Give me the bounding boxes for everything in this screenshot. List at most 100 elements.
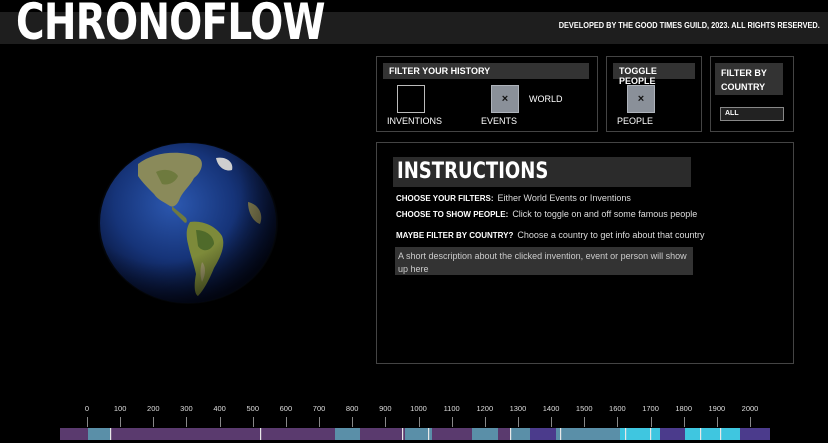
world-label: WORLD xyxy=(529,94,563,104)
timeline-segment[interactable] xyxy=(556,428,580,440)
timeline-tick-label: 500 xyxy=(246,404,260,413)
timeline-segment[interactable] xyxy=(405,428,432,440)
timeline-tick-label: 100 xyxy=(113,404,127,413)
timeline-tick-label: 0 xyxy=(84,404,90,413)
timeline-tick-label: 1000 xyxy=(410,404,427,413)
timeline-tick-mark xyxy=(285,417,287,427)
events-check-mark: × xyxy=(501,93,509,105)
timeline-segment[interactable] xyxy=(660,428,685,440)
timeline-tick-label: 700 xyxy=(312,404,326,413)
instruction-filters: CHOOSE YOUR FILTERS: Either World Events … xyxy=(396,193,631,203)
timeline-segment[interactable] xyxy=(360,428,405,440)
filter-country-header-line2: COUNTRY xyxy=(721,82,766,92)
timeline-tick-mark xyxy=(517,417,519,427)
timeline-marker[interactable] xyxy=(402,428,404,440)
timeline-tick-mark xyxy=(385,417,387,427)
filter-history-panel: FILTER YOUR HISTORY × INVENTIONS × WORLD… xyxy=(376,56,598,132)
instruction-country-text: Choose a country to get info about that … xyxy=(517,230,705,240)
credits-text: DEVELOPED BY THE GOOD TIMES GUILD, 2023.… xyxy=(558,21,820,30)
instruction-people: CHOOSE TO SHOW PEOPLE: Click to toggle on… xyxy=(396,209,697,219)
instructions-title: INSTRUCTIONS xyxy=(393,157,691,187)
timeline-marker[interactable] xyxy=(510,428,512,440)
timeline-tick-label: 300 xyxy=(180,404,193,413)
timeline-marker[interactable] xyxy=(650,428,652,440)
toggle-people-panel: TOGGLE PEOPLE × PEOPLE xyxy=(606,56,702,132)
timeline-segment[interactable] xyxy=(530,428,556,440)
timeline-marker[interactable] xyxy=(560,428,562,440)
people-checkbox[interactable]: × xyxy=(627,85,655,113)
timeline-tick-mark xyxy=(352,417,354,427)
events-checkbox[interactable]: × xyxy=(491,85,519,113)
timeline-bar[interactable] xyxy=(60,428,770,440)
timeline-tick-label: 1200 xyxy=(476,404,494,413)
timeline-tick-label: 600 xyxy=(279,404,293,413)
inventions-checkbox[interactable]: × xyxy=(397,85,425,113)
timeline-tick-mark xyxy=(87,417,88,427)
timeline-tick-label: 1300 xyxy=(509,404,527,413)
app-title: CHRONOFLOW xyxy=(16,0,326,51)
timeline-marker[interactable] xyxy=(700,428,702,440)
globe[interactable] xyxy=(98,142,278,304)
timeline-tick-label: 1600 xyxy=(609,404,626,413)
timeline-tick-mark xyxy=(418,417,420,427)
country-select[interactable]: ALL xyxy=(720,107,784,121)
timeline-tick-mark xyxy=(683,417,685,427)
timeline-tick-mark xyxy=(484,417,486,427)
timeline-marker[interactable] xyxy=(625,428,627,440)
timeline-tick-mark xyxy=(551,417,553,427)
timeline-tick-label: 800 xyxy=(345,404,359,413)
filter-country-header: FILTER BY COUNTRY xyxy=(715,63,783,95)
timeline-tick-label: 1800 xyxy=(675,404,693,413)
timeline-tick-label: 2000 xyxy=(741,404,759,413)
timeline-axis: 0 100 200 300 400 500 600 700 800 900 1000 1100 1200… xyxy=(0,404,828,428)
timeline-segment[interactable] xyxy=(88,428,110,440)
instruction-people-label: CHOOSE TO SHOW PEOPLE: xyxy=(396,210,509,219)
timeline-tick-label: 1100 xyxy=(443,404,460,413)
instructions-panel: INSTRUCTIONS CHOOSE YOUR FILTERS: Either … xyxy=(376,142,794,364)
timeline-tick-mark xyxy=(650,417,652,427)
people-label: PEOPLE xyxy=(617,116,654,126)
instruction-filters-label: CHOOSE YOUR FILTERS: xyxy=(396,194,494,203)
timeline-segment[interactable] xyxy=(472,428,498,440)
timeline-segment[interactable] xyxy=(432,428,472,440)
instruction-country-label: MAYBE FILTER BY COUNTRY? xyxy=(396,231,514,240)
timeline-tick-label: 1400 xyxy=(542,404,560,413)
instructions-title-text: INSTRUCTIONS xyxy=(397,159,549,184)
timeline-tick-mark xyxy=(617,417,619,427)
timeline-marker[interactable] xyxy=(110,428,112,440)
timeline-tick-label: 1900 xyxy=(708,404,726,413)
timeline-segment[interactable] xyxy=(685,428,740,440)
instruction-filters-text: Either World Events or Inventions xyxy=(497,193,631,203)
timeline-tick-label: 900 xyxy=(379,404,392,413)
filter-country-header-line1: FILTER BY xyxy=(721,68,767,78)
timeline-segment[interactable] xyxy=(335,428,360,440)
timeline-tick-mark xyxy=(319,417,321,427)
inventions-label: INVENTIONS xyxy=(387,116,443,126)
description-box: A short description about the clicked in… xyxy=(395,247,693,275)
timeline-tick-mark xyxy=(153,417,155,427)
timeline-segment[interactable] xyxy=(740,428,770,440)
people-check-mark: × xyxy=(637,93,645,105)
globe-icon xyxy=(100,143,276,303)
timeline-marker[interactable] xyxy=(720,428,722,440)
timeline-tick-mark xyxy=(451,417,453,427)
timeline-tick-label: 1700 xyxy=(642,404,659,413)
timeline-tick-mark xyxy=(716,417,718,427)
events-label: EVENTS xyxy=(481,116,518,126)
timeline-segment[interactable] xyxy=(110,428,335,440)
timeline-tick-mark xyxy=(750,417,751,427)
timeline-segment[interactable] xyxy=(60,428,88,440)
timeline-segment[interactable] xyxy=(510,428,530,440)
timeline-segment[interactable] xyxy=(580,428,620,440)
timeline-marker[interactable] xyxy=(428,428,430,440)
timeline-tick-mark xyxy=(252,417,254,427)
instruction-people-text: Click to toggle on and off some famous p… xyxy=(512,209,698,219)
timeline-tick-mark xyxy=(584,417,586,427)
timeline-tick-mark xyxy=(219,417,221,427)
timeline-tick-label: 400 xyxy=(213,404,226,413)
timeline-marker[interactable] xyxy=(260,428,262,440)
timeline-tick-mark xyxy=(186,417,188,427)
filter-history-header: FILTER YOUR HISTORY xyxy=(383,63,589,79)
timeline-segment[interactable] xyxy=(498,428,510,440)
toggle-people-header: TOGGLE PEOPLE xyxy=(613,63,695,86)
